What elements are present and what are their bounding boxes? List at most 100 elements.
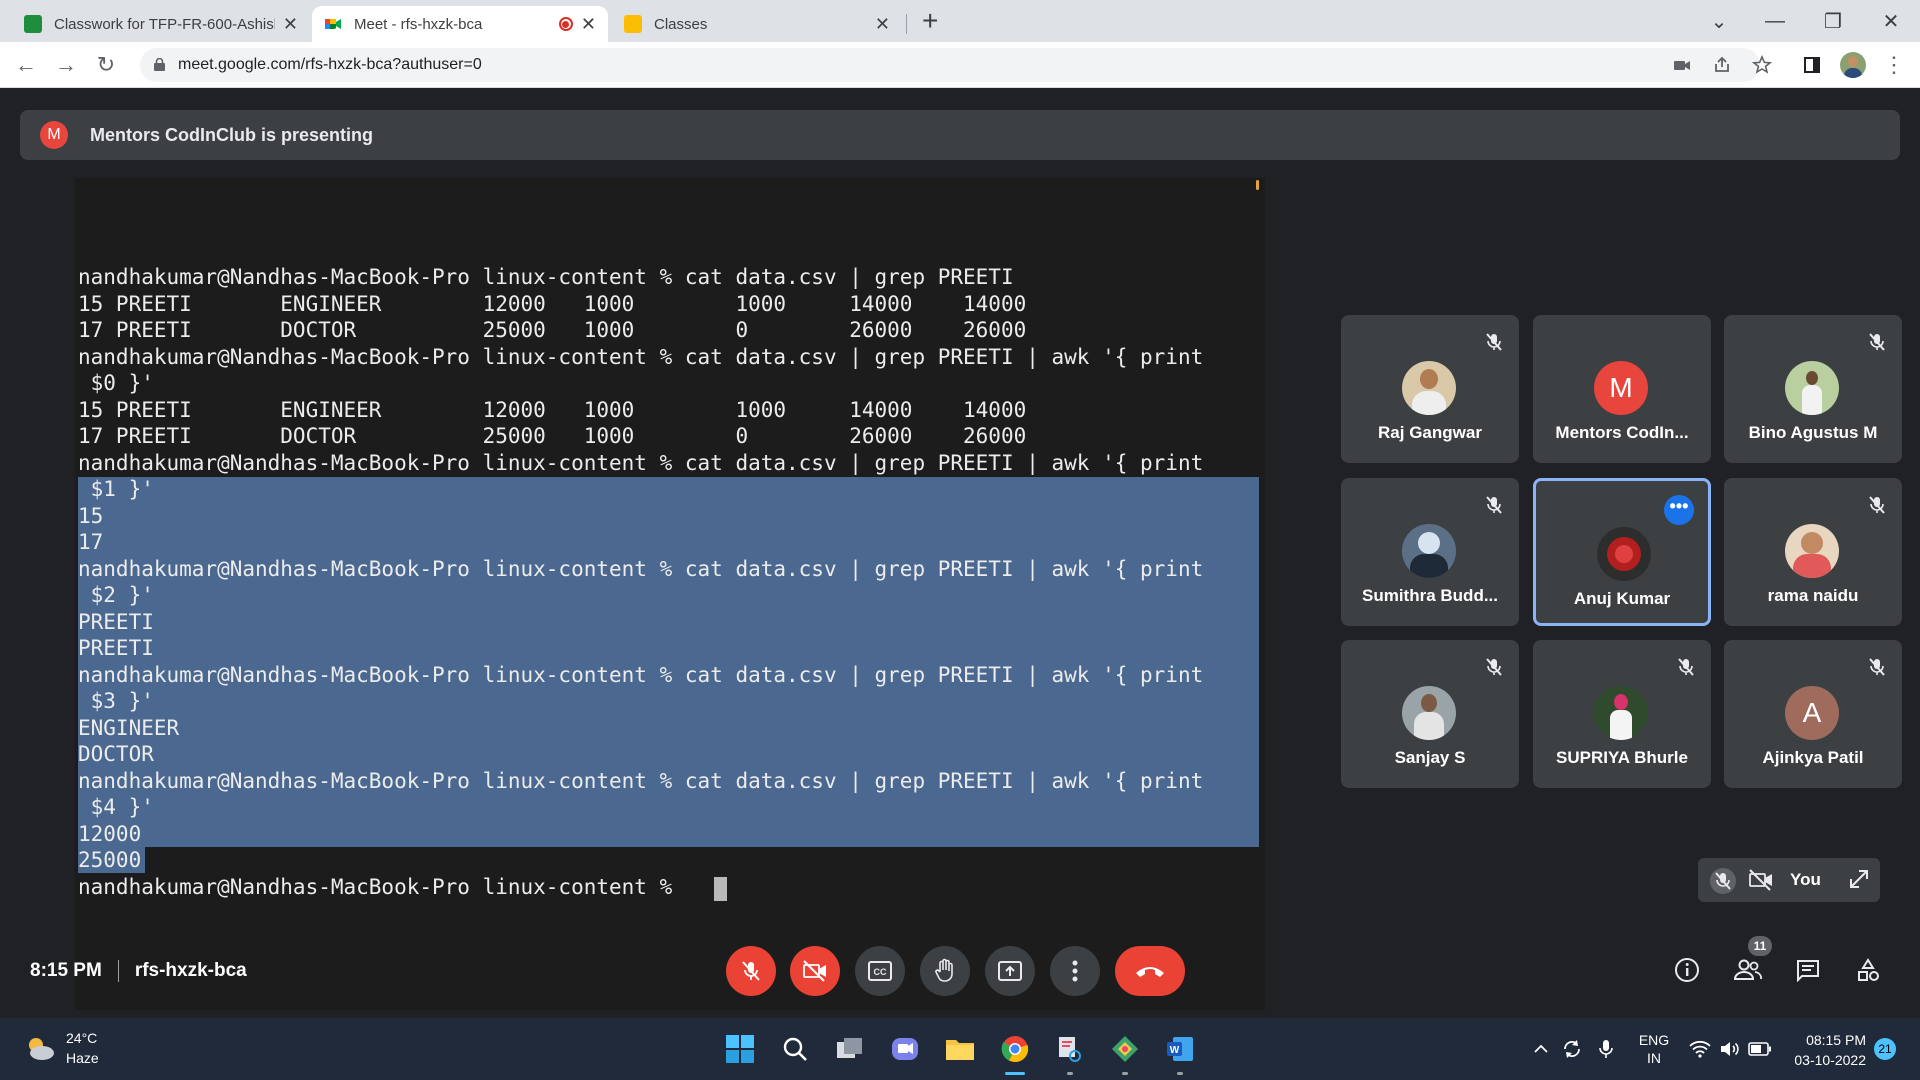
profile-avatar[interactable] [1840,52,1866,78]
close-tab-icon[interactable]: ✕ [875,14,890,35]
clock-time: 08:15 PM [1806,1032,1866,1048]
terminal-line: DOCTOR [78,742,154,766]
notification-count-badge[interactable]: 21 [1874,1038,1896,1060]
side-panel-icon[interactable] [1802,55,1822,75]
raise-hand-button[interactable] [920,946,970,996]
snipping-tool-button[interactable] [1052,1031,1088,1067]
participant-tile[interactable]: SUPRIYA Bhurle [1533,640,1711,788]
tab-title: Classwork for TFP-FR-600-Ashish [54,15,275,33]
chat-camera-icon [892,1038,918,1060]
participant-name: rama naidu [1767,586,1859,605]
participant-tile[interactable]: Sanjay S [1341,640,1519,788]
chrome-menu-icon[interactable]: ⋮ [1880,51,1908,79]
mic-off-icon [1869,496,1885,514]
sync-icon [1564,1040,1580,1058]
url-text: meet.google.com/rfs-hxzk-bca?authuser=0 [178,56,482,73]
people-button[interactable] [1728,950,1768,990]
language-region: IN [1647,1050,1661,1066]
meeting-details-button[interactable] [1667,950,1707,990]
leave-call-button[interactable] [1115,946,1185,996]
captions-button[interactable]: CC [855,946,905,996]
participant-name: SUPRIYA Bhurle [1556,748,1688,767]
tab-search-chevron-icon[interactable]: ⌄ [1694,0,1744,42]
running-app-indicator [1177,1072,1183,1075]
tab-title: Meet - rfs-hxzk-bca [354,15,483,33]
weather-condition: Haze [66,1050,99,1066]
mic-off-icon [1869,658,1885,676]
terminal-line: $4 }' [78,795,154,819]
maximize-button[interactable]: ❐ [1808,0,1858,42]
participant-name: Raj Gangwar [1378,423,1482,442]
shared-screen-terminal: nandhakumar@Nandhas-MacBook-Pro linux-co… [75,178,1265,1010]
participant-tile[interactable]: Raj Gangwar [1341,315,1519,463]
mic-off-icon [1486,333,1502,351]
mic-off-icon [1486,658,1502,676]
new-tab-button[interactable]: + [922,6,938,36]
terminal-line: nandhakumar@Nandhas-MacBook-Pro linux-co… [78,663,1204,687]
expand-icon[interactable] [1848,868,1870,890]
tab-meet[interactable]: Meet - rfs-hxzk-bca ✕ [312,6,608,42]
search-button[interactable] [777,1031,813,1067]
participant-tile[interactable]: Bino Agustus M [1724,315,1902,463]
close-tab-icon[interactable]: ✕ [283,14,298,35]
chrome-taskbar-button[interactable] [997,1031,1033,1067]
reload-button[interactable]: ↻ [92,51,120,79]
camera-toggle-button[interactable] [790,946,840,996]
participant-tile[interactable]: A Ajinkya Patil [1724,640,1902,788]
camera-in-use-icon[interactable] [1672,55,1692,75]
terminal-line: 15 PREETI ENGINEER 12000 1000 1000 14000… [78,398,1027,422]
activities-button[interactable] [1848,950,1888,990]
present-now-button[interactable] [985,946,1035,996]
sync-tray-button[interactable] [1558,1018,1586,1080]
more-options-button[interactable] [1050,946,1100,996]
presenting-text: Mentors CodInClub is presenting [90,124,374,145]
forward-button[interactable]: → [52,51,80,79]
close-window-button[interactable]: ✕ [1866,0,1916,42]
clock-date: 03-10-2022 [1794,1052,1866,1068]
task-view-button[interactable] [832,1031,868,1067]
dev-app-button[interactable] [1107,1031,1143,1067]
share-icon[interactable] [1712,55,1732,75]
mic-toggle-button[interactable] [726,946,776,996]
tab-classwork[interactable]: Classwork for TFP-FR-600-Ashish ✕ [12,6,310,42]
participant-tile[interactable]: M Mentors CodIn... [1533,315,1711,463]
tab-classes[interactable]: Classes ✕ [612,6,902,42]
teams-chat-button[interactable] [887,1031,923,1067]
minimize-button[interactable]: — [1750,0,1800,42]
word-icon: W [1167,1037,1193,1061]
chat-button[interactable] [1788,950,1828,990]
mic-off-icon [1710,868,1736,894]
start-button[interactable] [722,1031,758,1067]
back-button[interactable]: ← [12,51,40,79]
address-bar[interactable]: meet.google.com/rfs-hxzk-bca?authuser=0 [140,48,1760,82]
participant-tile[interactable]: Sumithra Budd... [1341,478,1519,626]
word-button[interactable]: W [1162,1031,1198,1067]
file-explorer-button[interactable] [942,1031,978,1067]
participant-tile-speaking[interactable]: ••• Anuj Kumar [1533,478,1711,626]
wifi-tray-button[interactable] [1686,1018,1714,1080]
closed-captions-icon: CC [868,961,892,981]
bookmark-star-icon[interactable] [1752,55,1772,75]
terminal-line: 25000 [78,848,142,872]
camera-off-icon [1749,869,1772,891]
weather-widget[interactable]: 24°C Haze [22,1028,99,1068]
close-tab-icon[interactable]: ✕ [581,14,596,35]
mic-off-icon [1486,496,1502,514]
terminal-line: PREETI [78,610,154,634]
windows-logo-icon [726,1035,754,1063]
microphone-tray-button[interactable] [1592,1018,1620,1080]
terminal-line: $3 }' [78,689,154,713]
language-indicator[interactable]: ENG IN [1630,1018,1678,1080]
chrome-icon [1001,1036,1029,1063]
volume-tray-button[interactable] [1716,1018,1744,1080]
more-options-icon[interactable]: ••• [1664,495,1694,525]
google-classroom-icon [24,15,42,33]
system-clock[interactable]: 08:15 PM 03-10-2022 [1770,1030,1866,1070]
participant-tile[interactable]: rama naidu [1724,478,1902,626]
self-view-tile[interactable]: You [1698,858,1880,902]
meeting-code: rfs-hxzk-bca [134,960,247,981]
participant-count-badge: 11 [1748,936,1772,956]
show-hidden-icons-button[interactable] [1528,1018,1554,1080]
meeting-details: 8:15 PM rfs-hxzk-bca [30,960,247,982]
terminal-line: nandhakumar@Nandhas-MacBook-Pro linux-co… [78,769,1204,793]
